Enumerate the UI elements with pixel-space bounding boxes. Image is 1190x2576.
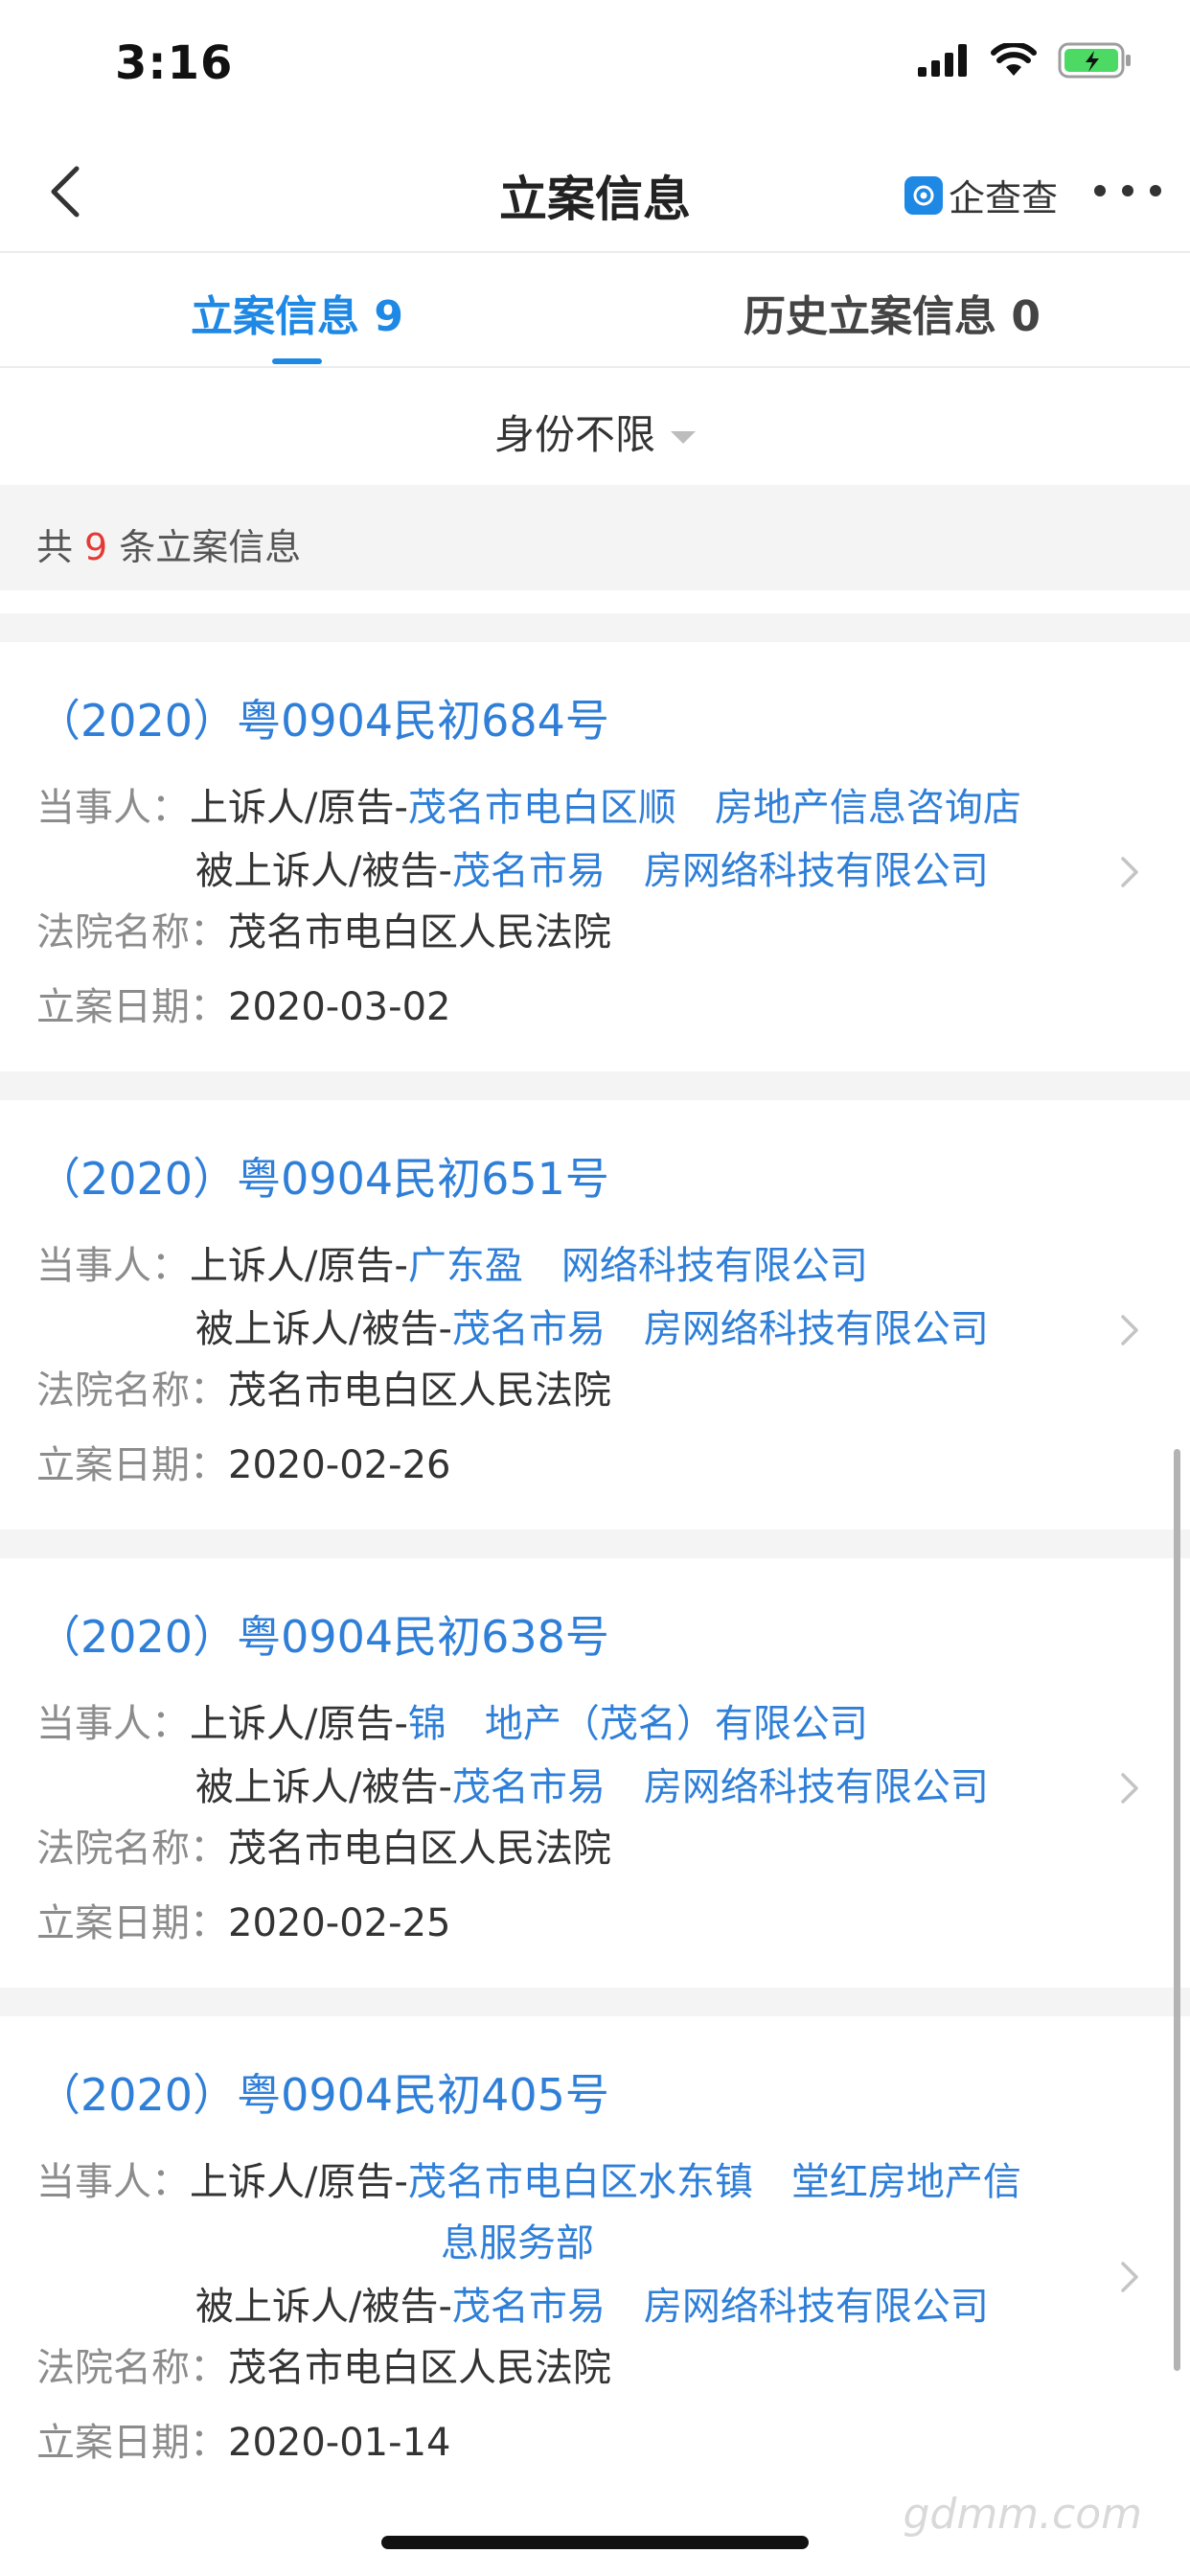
- plaintiff-role: 上诉人/原告-: [190, 1702, 408, 1746]
- plaintiff-link[interactable]: 锦 地产（茂名）有限公司: [408, 1702, 868, 1746]
- defendant-role: 被上诉人/被告-: [195, 1307, 452, 1351]
- date-row: 立案日期：2020-01-14: [36, 2411, 450, 2467]
- case-card[interactable]: （2020）粤0904民初405号 当事人：上诉人/原告-茂名市电白区水东镇 堂…: [0, 2016, 1190, 2509]
- plaintiff-link[interactable]: 茂名市电白区水东镇 堂红房地产信: [408, 2160, 1021, 2204]
- case-card[interactable]: （2020）粤0904民初651号 当事人：上诉人/原告-广东盈 网络科技有限公…: [0, 1100, 1190, 1530]
- defendant-row: 被上诉人/被告-茂名市易 房网络科技有限公司: [195, 1298, 989, 1353]
- divider: [0, 1530, 1190, 1558]
- case-number[interactable]: （2020）粤0904民初684号: [36, 686, 609, 749]
- tab-bar: 立案信息 9 历史立案信息 0: [0, 253, 1190, 368]
- court-name: 茂名市电白区人民法院: [228, 1368, 611, 1413]
- parties-label: 当事人：: [36, 1244, 190, 1288]
- case-number[interactable]: （2020）粤0904民初405号: [36, 2060, 609, 2124]
- court-label: 法院名称：: [36, 1368, 228, 1413]
- court-label: 法院名称：: [36, 2346, 228, 2390]
- date-label: 立案日期：: [36, 985, 228, 1029]
- summary-prefix: 共: [36, 526, 74, 568]
- case-card[interactable]: （2020）粤0904民初684号 当事人：上诉人/原告-茂名市电白区顺 房地产…: [0, 642, 1190, 1071]
- court-name: 茂名市电白区人民法院: [228, 2346, 611, 2390]
- divider: [0, 1988, 1190, 2016]
- battery-icon: [1058, 42, 1131, 79]
- defendant-role: 被上诉人/被告-: [195, 2285, 452, 2329]
- tab-history-case-info[interactable]: 历史立案信息 0: [594, 282, 1190, 343]
- date-row: 立案日期：2020-02-25: [36, 1892, 450, 1947]
- more-icon[interactable]: [1094, 167, 1161, 215]
- plaintiff-link-continued[interactable]: 息服务部: [441, 2221, 594, 2266]
- court-name: 茂名市电白区人民法院: [228, 910, 611, 954]
- date-label: 立案日期：: [36, 1443, 228, 1487]
- filing-date: 2020-01-14: [228, 2421, 451, 2465]
- parties-row: 当事人：上诉人/原告-广东盈 网络科技有限公司: [36, 1234, 868, 1290]
- parties-label: 当事人：: [36, 1702, 190, 1746]
- court-name: 茂名市电白区人民法院: [228, 1827, 611, 1871]
- plaintiff-continued-row: 息服务部: [441, 2212, 594, 2267]
- result-summary: 共 9 条立案信息: [0, 485, 1190, 590]
- parties-row: 当事人：上诉人/原告-锦 地产（茂名）有限公司: [36, 1692, 868, 1748]
- court-label: 法院名称：: [36, 910, 228, 954]
- date-row: 立案日期：2020-03-02: [36, 976, 450, 1031]
- plaintiff-role: 上诉人/原告-: [190, 786, 408, 830]
- defendant-row: 被上诉人/被告-茂名市易 房网络科技有限公司: [195, 2275, 989, 2331]
- court-label: 法院名称：: [36, 1827, 228, 1871]
- identity-filter-label: 身份不限: [493, 411, 655, 458]
- caret-down-icon: [671, 431, 696, 444]
- identity-filter[interactable]: 身份不限: [0, 368, 1190, 485]
- parties-row: 当事人：上诉人/原告-茂名市电白区水东镇 堂红房地产信: [36, 2150, 1021, 2206]
- defendant-row: 被上诉人/被告-茂名市易 房网络科技有限公司: [195, 840, 989, 895]
- parties-row: 当事人：上诉人/原告-茂名市电白区顺 房地产信息咨询店: [36, 776, 1021, 832]
- divider: [0, 613, 1190, 642]
- active-tab-indicator: [272, 358, 322, 364]
- court-row: 法院名称：茂名市电白区人民法院: [36, 1817, 611, 1873]
- brand-name: 企查查: [948, 177, 1058, 219]
- defendant-link[interactable]: 茂名市易 房网络科技有限公司: [452, 1765, 989, 1809]
- status-icons: [918, 42, 1133, 79]
- watermark: gdmm.com: [903, 2490, 1142, 2539]
- defendant-link[interactable]: 茂名市易 房网络科技有限公司: [452, 1307, 989, 1351]
- scrollbar[interactable]: [1174, 1449, 1180, 2371]
- date-label: 立案日期：: [36, 2421, 228, 2465]
- defendant-role: 被上诉人/被告-: [195, 1765, 452, 1809]
- status-time: 3:16: [115, 36, 234, 90]
- chevron-right-icon[interactable]: [1115, 851, 1144, 893]
- nav-bar: 立案信息 企查查: [0, 134, 1190, 253]
- case-number[interactable]: （2020）粤0904民初651号: [36, 1144, 609, 1208]
- parties-label: 当事人：: [36, 786, 190, 830]
- status-bar: 3:16: [0, 0, 1190, 134]
- chevron-right-icon[interactable]: [1115, 1767, 1144, 1809]
- tab-case-info[interactable]: 立案信息 9: [0, 282, 594, 343]
- defendant-row: 被上诉人/被告-茂名市易 房网络科技有限公司: [195, 1756, 989, 1811]
- brand-link[interactable]: 企查查: [904, 169, 1058, 221]
- chevron-right-icon[interactable]: [1115, 1309, 1144, 1351]
- filing-date: 2020-02-25: [228, 1901, 451, 1945]
- case-number[interactable]: （2020）粤0904民初638号: [36, 1602, 609, 1666]
- filing-date: 2020-03-02: [228, 985, 451, 1029]
- case-card[interactable]: （2020）粤0904民初638号 当事人：上诉人/原告-锦 地产（茂名）有限公…: [0, 1558, 1190, 1988]
- court-row: 法院名称：茂名市电白区人民法院: [36, 901, 611, 956]
- court-row: 法院名称：茂名市电白区人民法院: [36, 1359, 611, 1414]
- defendant-link[interactable]: 茂名市易 房网络科技有限公司: [452, 849, 989, 893]
- date-row: 立案日期：2020-02-26: [36, 1434, 450, 1489]
- plaintiff-role: 上诉人/原告-: [190, 2160, 408, 2204]
- plaintiff-link[interactable]: 广东盈 网络科技有限公司: [408, 1244, 868, 1288]
- summary-suffix: 条立案信息: [119, 526, 302, 568]
- wifi-icon: [991, 43, 1037, 76]
- brand-logo-icon: [904, 175, 943, 215]
- divider: [0, 590, 1190, 613]
- plaintiff-role: 上诉人/原告-: [190, 1244, 408, 1288]
- plaintiff-link[interactable]: 茂名市电白区顺 房地产信息咨询店: [408, 786, 1021, 830]
- divider: [0, 1071, 1190, 1100]
- parties-label: 当事人：: [36, 2160, 190, 2204]
- defendant-role: 被上诉人/被告-: [195, 849, 452, 893]
- filing-date: 2020-02-26: [228, 1443, 451, 1487]
- date-label: 立案日期：: [36, 1901, 228, 1945]
- signal-icon: [918, 44, 967, 77]
- home-indicator[interactable]: [381, 2536, 809, 2549]
- court-row: 法院名称：茂名市电白区人民法院: [36, 2336, 611, 2392]
- defendant-link[interactable]: 茂名市易 房网络科技有限公司: [452, 2285, 989, 2329]
- chevron-right-icon[interactable]: [1115, 2256, 1144, 2298]
- summary-count: 9: [84, 526, 108, 568]
